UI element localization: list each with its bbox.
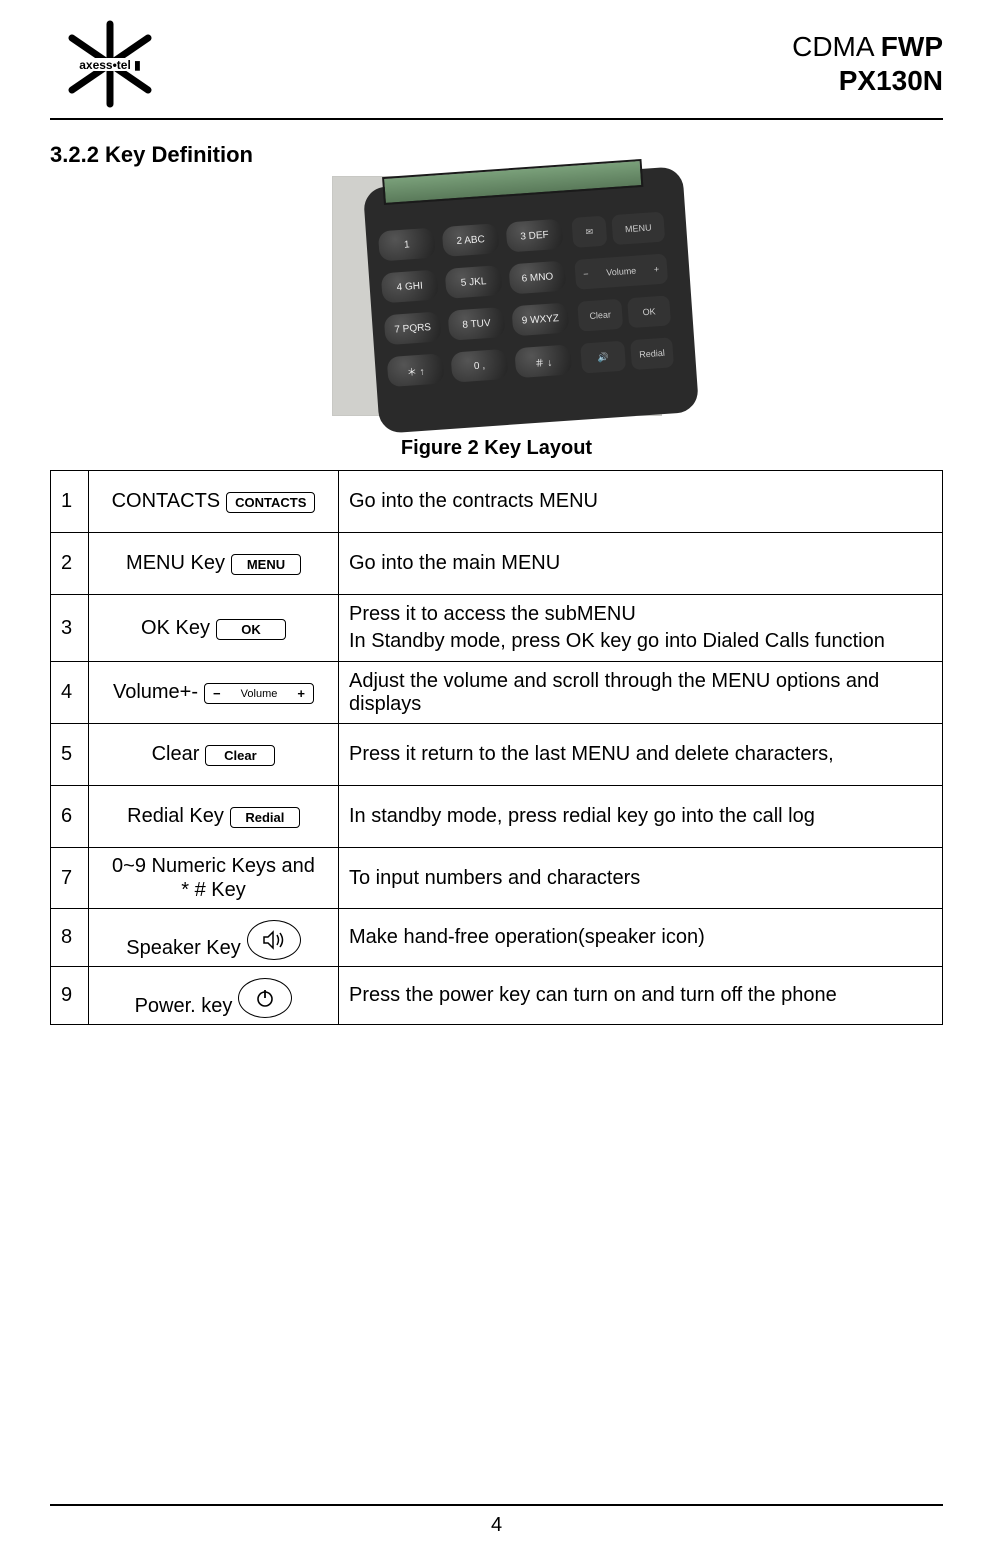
key-label: MENU Key (126, 552, 225, 575)
desc-line: In Standby mode, press OK key go into Di… (349, 628, 932, 655)
key-cell: MENU Key MENU (89, 533, 339, 595)
row-number: 4 (51, 662, 89, 724)
key-description: Press the power key can turn on and turn… (339, 967, 943, 1025)
keypad-key: ＃ ↓ (514, 344, 572, 378)
keypad-key: 6 MNO (508, 261, 566, 295)
ok-key-icon: OK (216, 619, 286, 640)
table-row: 3 OK Key OK Press it to access the subME… (51, 595, 943, 662)
table-row: 7 0~9 Numeric Keys and * # Key To input … (51, 848, 943, 909)
clear-key: Clear (577, 299, 623, 332)
table-row: 4 Volume+- − Volume + Adjust the volume … (51, 662, 943, 724)
title-prefix: CDMA (792, 31, 881, 62)
keypad-key: 3 DEF (505, 219, 563, 253)
menu-key-icon: MENU (231, 554, 301, 575)
key-label: Redial Key (127, 805, 224, 828)
row-number: 8 (51, 909, 89, 967)
key-cell: Speaker Key (89, 909, 339, 967)
vol-plus: + (653, 264, 659, 274)
key-description: Go into the contracts MENU (339, 471, 943, 533)
page-content: axess•tel ▮ CDMA FWP PX130N 3.2.2 Key De… (0, 0, 993, 1025)
key-description: To input numbers and characters (339, 848, 943, 909)
document-title: CDMA FWP PX130N (792, 30, 943, 97)
row-number: 2 (51, 533, 89, 595)
volume-key-icon: − Volume + (204, 683, 314, 704)
model-number: PX130N (792, 64, 943, 98)
key-cell: CONTACTS CONTACTS (89, 471, 339, 533)
vol-label: Volume (605, 266, 636, 278)
key-cell: 0~9 Numeric Keys and * # Key (89, 848, 339, 909)
keypad-key: 7 PQRS (383, 311, 441, 345)
key-description: Make hand-free operation(speaker icon) (339, 909, 943, 967)
key-description: Press it to access the subMENU In Standb… (339, 595, 943, 662)
key-cell: Clear Clear (89, 724, 339, 786)
keypad-key: 9 WXYZ (511, 302, 569, 336)
key-cell: Power. key (89, 967, 339, 1025)
key-description: Press it return to the last MENU and del… (339, 724, 943, 786)
redial-key-icon: Redial (230, 807, 300, 828)
keypad-key: 8 TUV (447, 307, 505, 341)
keypad-photo: 1 2 ABC 3 DEF 4 GHI 5 JKL 6 MNO 7 PQRS 8… (332, 176, 662, 416)
table-row: 5 Clear Clear Press it return to the las… (51, 724, 943, 786)
page-header: axess•tel ▮ CDMA FWP PX130N (50, 0, 943, 120)
row-number: 5 (51, 724, 89, 786)
key-label: Power. key (135, 995, 233, 1018)
ok-key: OK (627, 295, 671, 328)
key-description: Adjust the volume and scroll through the… (339, 662, 943, 724)
table-row: 2 MENU Key MENU Go into the main MENU (51, 533, 943, 595)
key-cell: Redial Key Redial (89, 786, 339, 848)
row-number: 6 (51, 786, 89, 848)
power-icon (238, 978, 292, 1018)
volume-rocker: − Volume + (574, 253, 668, 289)
volume-text: Volume (241, 688, 278, 700)
key-label: Clear (152, 743, 200, 766)
table-row: 1 CONTACTS CONTACTS Go into the contract… (51, 471, 943, 533)
row-number: 1 (51, 471, 89, 533)
key-definition-table: 1 CONTACTS CONTACTS Go into the contract… (50, 470, 943, 1025)
menu-key: MENU (611, 212, 665, 246)
key-description: Go into the main MENU (339, 533, 943, 595)
figure: 1 2 ABC 3 DEF 4 GHI 5 JKL 6 MNO 7 PQRS 8… (50, 176, 943, 460)
keypad-key: 2 ABC (441, 223, 499, 257)
key-description: In standby mode, press redial key go int… (339, 786, 943, 848)
keypad-key: ＊ ↑ (386, 353, 444, 387)
key-label-line1: 0~9 Numeric Keys and (99, 854, 328, 878)
keypad-key: 4 GHI (380, 270, 438, 304)
key-label: CONTACTS (112, 490, 221, 513)
brand-text: axess•tel ▮ (79, 58, 141, 72)
desc-line: Press it to access the subMENU (349, 601, 932, 628)
row-number: 3 (51, 595, 89, 662)
table-row: 6 Redial Key Redial In standby mode, pre… (51, 786, 943, 848)
plus-icon: + (297, 686, 305, 701)
key-label-line2: * # Key (99, 878, 328, 902)
asterisk-logo-icon: axess•tel ▮ (50, 18, 170, 110)
speaker-key: 🔊 (580, 341, 626, 374)
title-bold: FWP (881, 31, 943, 62)
key-label: Volume+- (113, 681, 198, 704)
mail-icon: ✉ (571, 216, 607, 248)
keypad-key: 5 JKL (444, 265, 502, 299)
redial-key: Redial (630, 337, 674, 370)
minus-icon: − (213, 686, 221, 701)
vol-minus: − (582, 269, 588, 279)
table-row: 9 Power. key Press the power key can tur… (51, 967, 943, 1025)
page-footer: 4 (50, 1504, 943, 1537)
row-number: 7 (51, 848, 89, 909)
page-number: 4 (491, 1514, 502, 1536)
keypad-key: 1 (377, 228, 435, 262)
key-cell: Volume+- − Volume + (89, 662, 339, 724)
clear-key-icon: Clear (205, 745, 275, 766)
row-number: 9 (51, 967, 89, 1025)
section-heading: 3.2.2 Key Definition (50, 142, 943, 168)
key-cell: OK Key OK (89, 595, 339, 662)
key-label: OK Key (141, 617, 210, 640)
contacts-key-icon: CONTACTS (226, 492, 315, 513)
table-row: 8 Speaker Key Make hand-free oper (51, 909, 943, 967)
brand-logo: axess•tel ▮ (50, 18, 170, 110)
speaker-icon (247, 920, 301, 960)
key-label: Speaker Key (126, 937, 241, 960)
keypad-key: 0 , (450, 349, 508, 383)
figure-caption: Figure 2 Key Layout (50, 437, 943, 460)
